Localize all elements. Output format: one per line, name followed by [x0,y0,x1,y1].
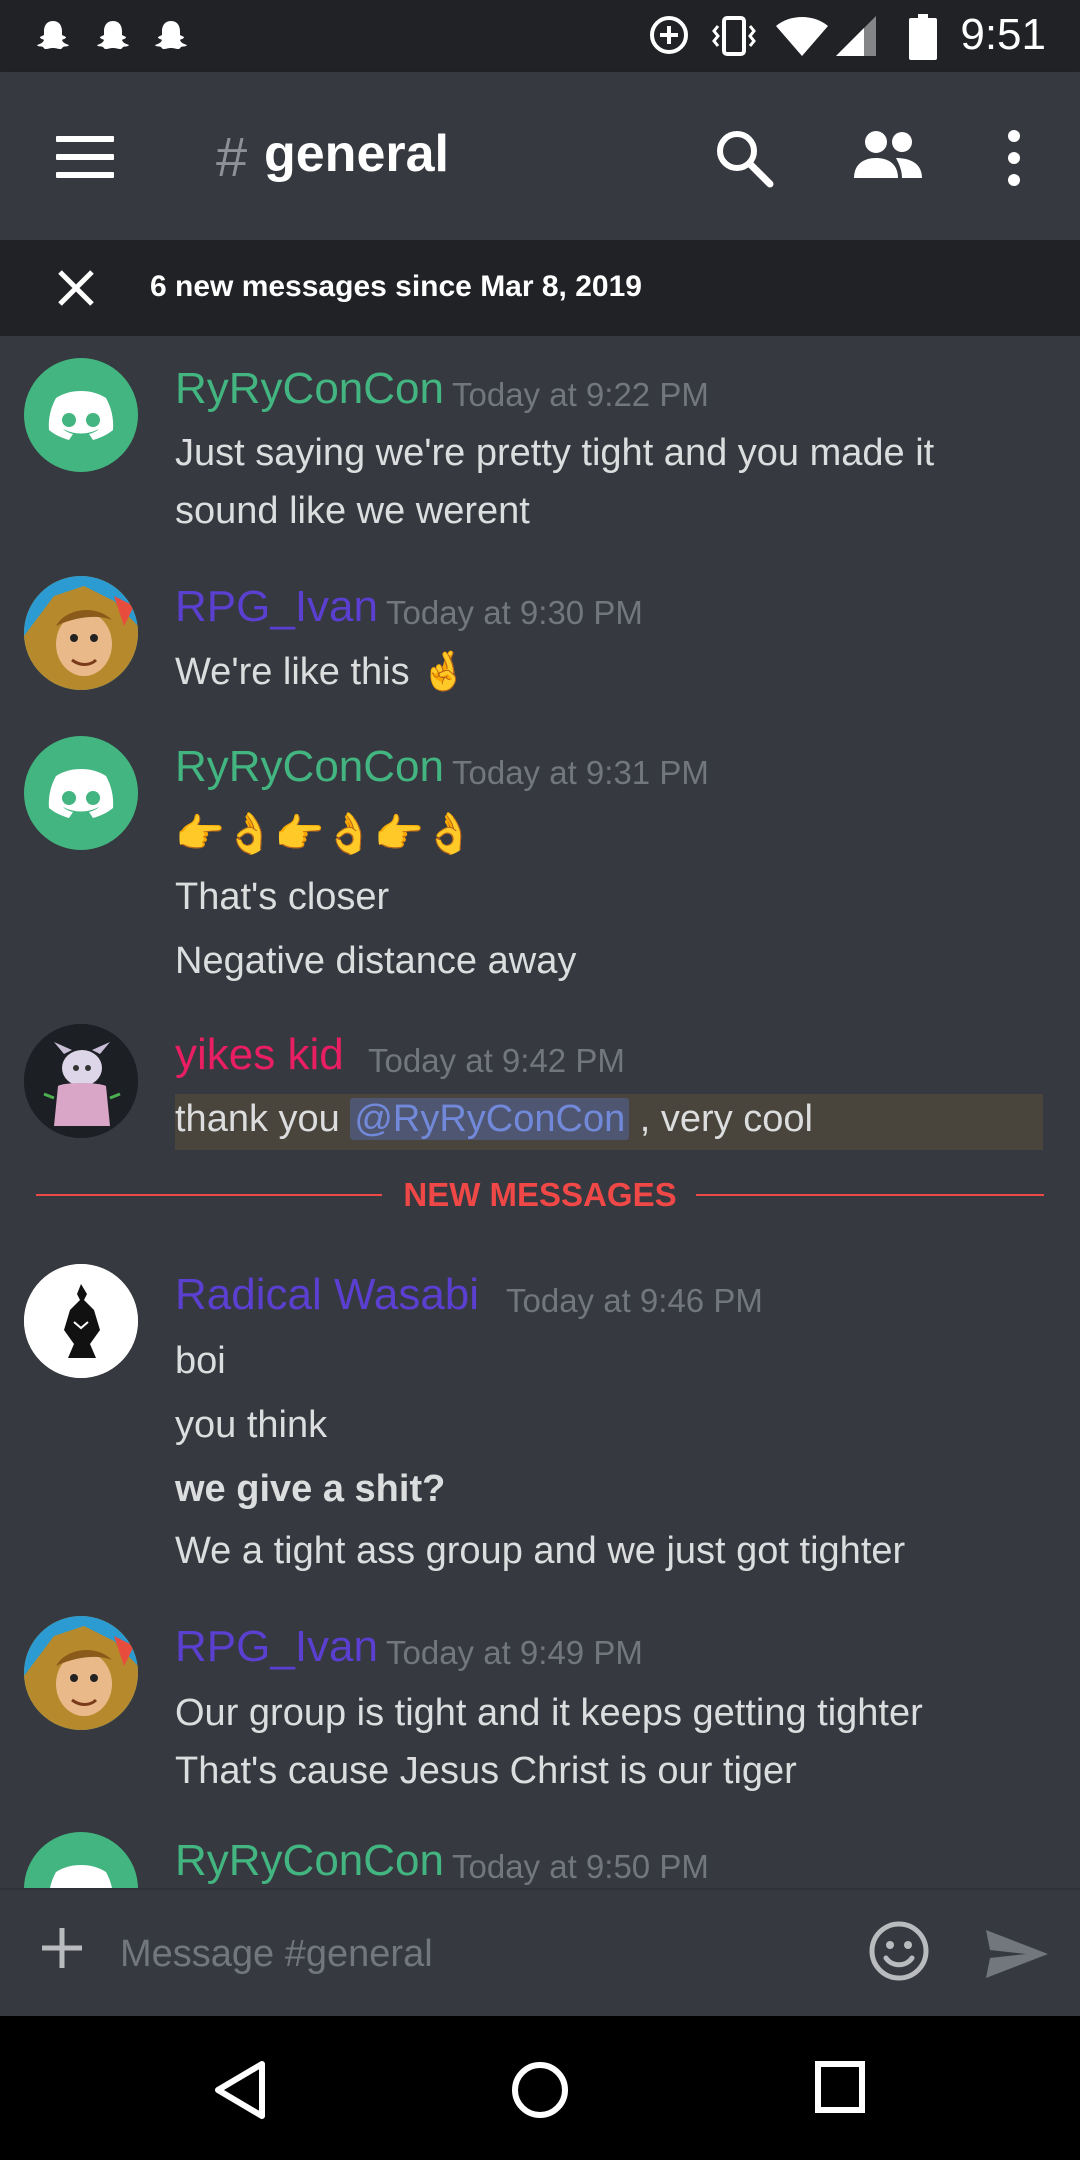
message-timestamp: Today at 9:30 PM [386,594,643,631]
more-vertical-icon[interactable] [1002,126,1026,190]
partial-message: RyRyConCon Today at 9:50 PM [0,1820,1080,1888]
message-text: We a tight ass group and we just got tig… [175,1530,906,1572]
message-text: We're like this 🤞 [175,651,468,693]
message-author[interactable]: Radical Wasabi [175,1270,479,1320]
discord-logo-icon [48,769,114,818]
mention-text-before: thank you [175,1098,351,1140]
close-icon[interactable] [56,268,96,308]
mention-text-after: , very cool [629,1098,813,1140]
new-messages-text: 6 new messages since Mar 8, 2019 [150,270,642,303]
message-text: sound like we werent [175,490,530,532]
new-messages-bar[interactable]: 6 new messages since Mar 8, 2019 [0,240,1080,336]
app-bar: # general [0,72,1080,240]
members-icon[interactable] [852,126,924,186]
cartoon-face-icon [24,576,138,690]
avatar[interactable] [24,358,138,472]
message-text: thank you @RyRyConCon , very cool [175,1098,813,1141]
status-time: 9:51 [960,10,1046,59]
avatar[interactable] [24,1024,138,1138]
discord-logo-icon [48,391,114,440]
ghost-icon [97,21,129,49]
emoji-icon[interactable] [868,1920,930,1982]
message-text: That's closer [175,876,390,918]
send-icon[interactable] [984,1928,1050,1980]
avatar[interactable] [24,1832,138,1888]
message-timestamp: Today at 9:42 PM [368,1042,625,1079]
message-timestamp: Today at 9:22 PM [452,376,709,413]
new-messages-divider-label: NEW MESSAGES [403,1176,677,1213]
avatar[interactable] [24,1616,138,1730]
discord-logo-icon [50,1865,112,1888]
battery-icon [909,14,937,60]
channel-hash: # [216,125,248,188]
message-text: Just saying we're pretty tight and you m… [175,432,935,474]
message-text: Negative distance away [175,940,577,982]
avatar[interactable] [24,736,138,850]
message-text: you think [175,1404,328,1446]
message-author[interactable]: RPG_Ivan [175,1622,378,1672]
message-timestamp: Today at 9:50 PM [452,1848,709,1885]
discord-channel-screen: 9:51 # general 6 new messages since Mar … [0,0,1080,2160]
message-composer [0,1888,1080,2016]
message-timestamp: Today at 9:49 PM [386,1634,643,1671]
wifi-icon [776,17,828,56]
avatar[interactable] [24,1264,138,1378]
status-bar: 9:51 [0,0,1080,72]
channel-title: general [264,125,449,183]
menu-icon[interactable] [56,136,114,178]
message-author[interactable]: RyRyConCon [175,742,444,792]
character-avatar-icon [24,1024,138,1138]
message-timestamp: Today at 9:31 PM [452,754,709,791]
message-text: we give a shit? [175,1468,446,1510]
message-text: That's cause Jesus Christ is our tiger [175,1750,797,1792]
search-icon[interactable] [712,126,776,190]
message-timestamp: Today at 9:46 PM [506,1282,763,1319]
data-saver-icon [650,16,688,54]
plus-icon[interactable] [40,1926,84,1970]
emoji-line: 👉👌👉👌👉👌 [175,812,474,856]
silhouette-avatar-icon [24,1264,138,1378]
message-author[interactable]: yikes kid [175,1030,344,1080]
avatar[interactable] [24,576,138,690]
recents-icon[interactable] [814,2060,866,2114]
home-icon[interactable] [510,2060,570,2120]
ghost-icon [155,21,187,49]
cartoon-face-icon [24,1616,138,1730]
message-text: Our group is tight and it keeps getting … [175,1692,923,1734]
signal-icon [836,16,876,56]
navigation-bar [0,2016,1080,2160]
vibrate-icon [712,16,756,56]
back-icon[interactable] [212,2060,268,2120]
message-author[interactable]: RyRyConCon [175,364,444,414]
user-mention[interactable]: @RyRyConCon [350,1098,630,1140]
message-author[interactable]: RyRyConCon [175,1836,444,1886]
message-text: boi [175,1340,226,1382]
message-author[interactable]: RPG_Ivan [175,582,378,632]
message-input[interactable] [120,1926,820,1982]
ghost-icon [37,21,69,49]
